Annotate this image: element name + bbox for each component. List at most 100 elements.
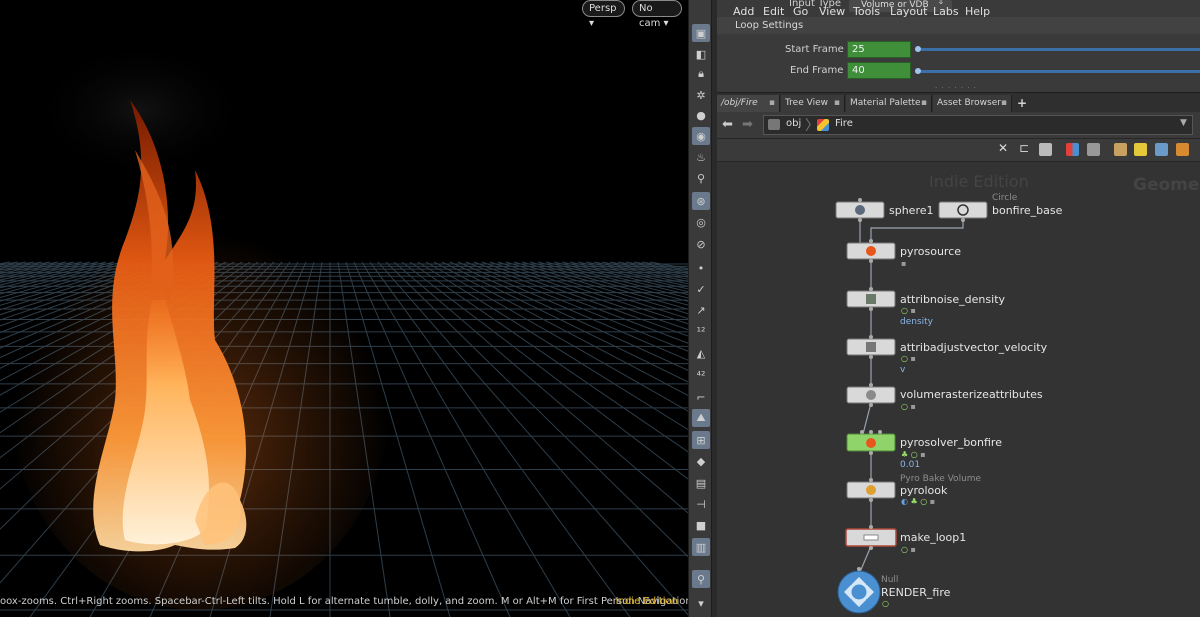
prim-numbers-icon[interactable]: ⁴²	[692, 366, 710, 384]
end-frame-field[interactable]: 40	[847, 62, 911, 79]
bulb-icon[interactable]: ♨	[692, 148, 710, 166]
node-flags-icon: ○ ▪	[901, 402, 916, 411]
node-bonfire-base	[938, 201, 988, 222]
tab-tree-view-label: Tree View	[785, 98, 828, 108]
back-arrow-icon[interactable]: ⬅	[722, 117, 733, 132]
network-editor[interactable]: Indie Edition Geome sphere1 Circle bonfi…	[717, 162, 1200, 617]
tab-obj-fire[interactable]: /obj/Fire ▪	[717, 95, 780, 112]
loop-settings-header[interactable]: Loop Settings	[717, 17, 1200, 34]
expand-down-icon[interactable]: ▾	[692, 594, 710, 612]
menu-go[interactable]: Go	[793, 5, 808, 18]
vector-icon[interactable]: ↗	[692, 301, 710, 319]
menu-view[interactable]: View	[819, 5, 845, 18]
node-pyrosolver-bonfire	[846, 430, 896, 455]
lock-icon[interactable]: 🔒︎	[692, 65, 710, 83]
menu-tools[interactable]: Tools	[853, 5, 880, 18]
pin-icon[interactable]: ⚲	[692, 570, 710, 588]
node-comment-pyrolook: Pyro Bake Volume	[900, 474, 982, 484]
visibility-icon[interactable]: ◎	[692, 213, 710, 231]
node-sub-attribadjustvector-velocity: v	[900, 365, 906, 375]
indie-edition-label: Indie Edition	[615, 596, 678, 607]
forward-arrow-icon[interactable]: ➡	[742, 117, 753, 132]
menu-help[interactable]: Help	[965, 5, 990, 18]
tab-obj-fire-label: /obj/Fire	[721, 98, 758, 108]
node-sub-pyrosolver-bonfire: 0.01	[900, 460, 921, 470]
wireframe-icon[interactable]: ⊛	[692, 192, 710, 210]
pane-resize-handle[interactable]: · · · · · · ·	[935, 84, 977, 92]
prim-normals-icon[interactable]: ◭	[692, 344, 710, 362]
menu-labs[interactable]: Labs	[933, 5, 959, 18]
node-attribnoise-density	[846, 287, 896, 311]
menu-layout[interactable]: Layout	[890, 5, 927, 18]
display-options-icon[interactable]: ▣	[692, 24, 710, 42]
grid-points-icon[interactable]	[1087, 143, 1100, 156]
diamond-icon[interactable]: ◆	[692, 452, 710, 470]
tab-close-icon[interactable]: ▪	[769, 95, 775, 112]
end-frame-slider-handle[interactable]	[915, 68, 921, 74]
add-tab-button[interactable]: +	[1014, 95, 1030, 112]
camera-menu[interactable]: No cam ▾	[632, 0, 682, 29]
start-frame-label: Start Frame	[785, 44, 844, 55]
path-root[interactable]: obj	[786, 118, 801, 129]
viewport-status-text: oox-zooms. Ctrl+Right zooms. Spacebar-Ct…	[0, 596, 688, 607]
shading-icon[interactable]: ●	[692, 106, 710, 124]
tree-layout-icon[interactable]: ⊏	[1019, 141, 1032, 155]
node-label-pyrosource: pyrosource	[900, 245, 962, 258]
path-dropdown-icon[interactable]: ▼	[1180, 118, 1187, 128]
square-icon[interactable]: ■	[692, 516, 710, 534]
node-label-attribnoise-density: attribnoise_density	[900, 293, 1006, 306]
background-image-icon[interactable]	[1155, 143, 1168, 156]
point-numbers-icon[interactable]: ¹²	[692, 322, 710, 340]
backface-icon[interactable]: ⊘	[692, 235, 710, 253]
network-box-icon[interactable]	[1176, 143, 1189, 156]
obj-context-icon	[768, 119, 780, 130]
wrench-icon[interactable]: ✕	[998, 141, 1011, 155]
terrain-icon[interactable]: ⛰	[692, 409, 710, 427]
tab-close-icon[interactable]: ▪	[921, 95, 927, 112]
list-view-icon[interactable]	[1039, 143, 1052, 156]
menu-add[interactable]: Add	[733, 5, 754, 18]
grid-icon[interactable]: ⊞	[692, 431, 710, 449]
headlight-icon[interactable]: ⚲	[692, 169, 710, 187]
loop-settings-title: Loop Settings	[735, 20, 804, 31]
node-comment-bonfire-base: Circle	[992, 193, 1018, 203]
geometry-node-icon	[817, 119, 829, 131]
scene-viewport[interactable]: Persp ▾ No cam ▾ oox-zooms. Ctrl+Right z…	[0, 0, 688, 617]
end-frame-slider[interactable]	[915, 70, 1200, 73]
start-frame-field[interactable]: 25	[847, 41, 911, 58]
menu-edit[interactable]: Edit	[763, 5, 784, 18]
node-flags-icon: ○ ▪	[901, 306, 916, 315]
color-palette-icon[interactable]	[1066, 143, 1079, 156]
node-label-sphere1: sphere1	[889, 204, 934, 217]
viewport-toolbar: ▣ ◧ 🔒︎ ✲ ● ◉ ♨ ⚲ ⊛ ◎ ⊘ • ✓ ↗ ¹² ◭ ⁴² ⌐ ⛰…	[688, 0, 712, 617]
node-comment-render-fire: Null	[881, 575, 899, 585]
normals-icon[interactable]: ✓	[692, 280, 710, 298]
node-sphere1	[835, 198, 885, 222]
ghost-icon[interactable]: ◧	[692, 45, 710, 63]
tab-tree-view[interactable]: Tree View ▪	[781, 95, 845, 112]
sticky-note-icon[interactable]	[1134, 143, 1147, 156]
tab-material-palette[interactable]: Material Palette ▪	[846, 95, 932, 112]
guide-icon[interactable]: ⌐	[692, 388, 710, 406]
tab-close-icon[interactable]: ▪	[834, 95, 840, 112]
tab-asset-browser[interactable]: Asset Browser ▪	[933, 95, 1012, 112]
tab-asset-browser-label: Asset Browser	[937, 98, 1001, 108]
light-icon[interactable]: ◉	[692, 127, 710, 145]
node-volumerasterizeattributes	[846, 383, 896, 407]
handle-icon[interactable]: ⊣	[692, 495, 710, 513]
network-menu-bar	[717, 138, 1200, 162]
start-frame-slider[interactable]	[915, 48, 1200, 51]
node-flags-icon: ○ ▪	[901, 545, 916, 554]
snap-icon[interactable]: ✲	[692, 86, 710, 104]
point-display-icon[interactable]: •	[692, 259, 710, 277]
tab-close-icon[interactable]: ▪	[1001, 95, 1007, 112]
perspective-menu[interactable]: Persp ▾	[582, 0, 625, 29]
node-label-bonfire-base: bonfire_base	[992, 204, 1063, 217]
path-current[interactable]: Fire	[835, 118, 853, 129]
image-icon[interactable]	[1114, 143, 1127, 156]
image-icon[interactable]: ▤	[692, 474, 710, 492]
start-frame-slider-handle[interactable]	[915, 46, 921, 52]
node-flags-icon: ○	[882, 599, 889, 608]
camera-icon[interactable]: ▥	[692, 538, 710, 556]
lock-flag-icon: ▪	[901, 259, 907, 268]
